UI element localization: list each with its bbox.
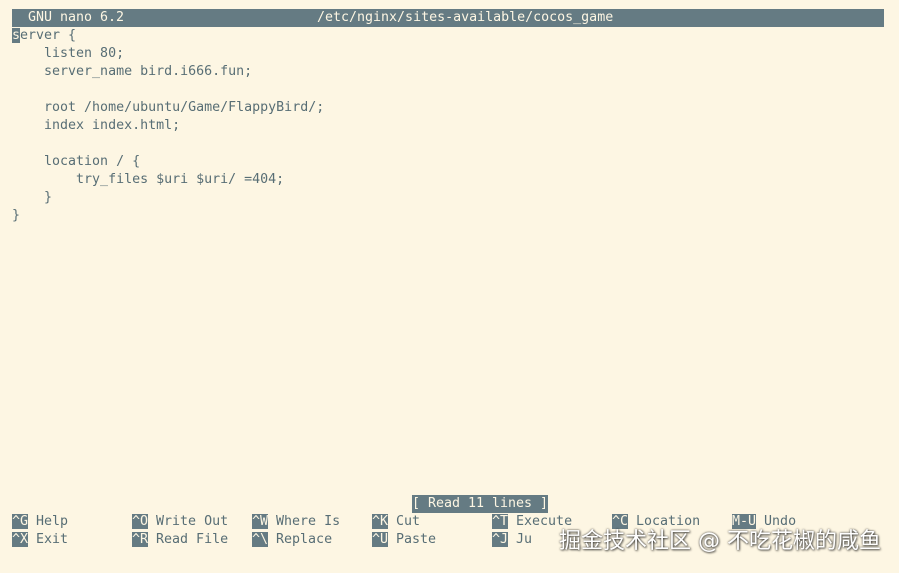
shortcut-key: ^U xyxy=(372,532,389,547)
shortcut-label: Write Out xyxy=(156,514,229,529)
code-line-2[interactable]: listen 80; xyxy=(12,45,884,63)
shortcut-read-file[interactable]: ^R Read File xyxy=(132,531,228,549)
shortcut-label: Paste xyxy=(396,532,437,547)
nano-terminal[interactable]: GNU nano 6.2 /etc/nginx/sites-available/… xyxy=(12,9,884,549)
code-line-9[interactable]: try_files $uri $uri/ =404; xyxy=(12,171,884,189)
shortcut-replace[interactable]: ^\ Replace xyxy=(252,531,332,549)
shortcut-key: ^R xyxy=(132,532,149,547)
shortcut-label: Help xyxy=(36,514,69,529)
code-line-3[interactable]: server_name bird.i666.fun; xyxy=(12,63,884,81)
code-line-1[interactable]: server { xyxy=(12,27,884,45)
shortcut-label: Where Is xyxy=(276,514,341,529)
status-bar: [ Read 11 lines ] xyxy=(12,495,884,513)
shortcut-justify[interactable]: ^J Ju xyxy=(492,531,532,549)
code-text: erver { xyxy=(20,28,77,43)
code-line-4[interactable] xyxy=(12,81,884,99)
shortcut-label: Replace xyxy=(276,532,333,547)
watermark: 掘金技术社区 @ 不吃花椒的咸鱼 xyxy=(559,529,881,554)
shortcut-where-is[interactable]: ^W Where Is xyxy=(252,513,340,531)
code-line-5[interactable]: root /home/ubuntu/Game/FlappyBird/; xyxy=(12,99,884,117)
shortcut-label: Cut xyxy=(396,514,421,529)
shortcut-key: ^T xyxy=(492,514,509,529)
editor-area[interactable]: server { listen 80; server_name bird.i66… xyxy=(12,27,884,225)
shortcut-label: Read File xyxy=(156,532,229,547)
shortcut-write-out[interactable]: ^O Write Out xyxy=(132,513,228,531)
shortcut-label: Ju xyxy=(516,532,533,547)
shortcut-key: ^W xyxy=(252,514,269,529)
code-line-11[interactable]: } xyxy=(12,207,884,225)
shortcut-paste[interactable]: ^U Paste xyxy=(372,531,436,549)
shortcut-help-item[interactable]: ^G Help xyxy=(12,513,68,531)
title-bar: GNU nano 6.2 /etc/nginx/sites-available/… xyxy=(12,9,884,27)
file-path: /etc/nginx/sites-available/cocos_game xyxy=(317,10,614,25)
shortcut-label: Exit xyxy=(36,532,69,547)
shortcut-key: ^\ xyxy=(252,532,269,547)
shortcut-key: ^K xyxy=(372,514,389,529)
shortcut-key: ^J xyxy=(492,532,509,547)
code-line-6[interactable]: index index.html; xyxy=(12,117,884,135)
code-line-8[interactable]: location / { xyxy=(12,153,884,171)
code-line-10[interactable]: } xyxy=(12,189,884,207)
shortcut-cut[interactable]: ^K Cut xyxy=(372,513,420,531)
shortcut-key: ^G xyxy=(12,514,29,529)
app-version: GNU nano 6.2 xyxy=(28,10,125,25)
code-line-7[interactable] xyxy=(12,135,884,153)
text-cursor: s xyxy=(12,28,21,43)
shortcut-key: ^O xyxy=(132,514,149,529)
shortcut-exit[interactable]: ^X Exit xyxy=(12,531,68,549)
status-message: [ Read 11 lines ] xyxy=(411,495,549,513)
shortcut-key: ^X xyxy=(12,532,29,547)
